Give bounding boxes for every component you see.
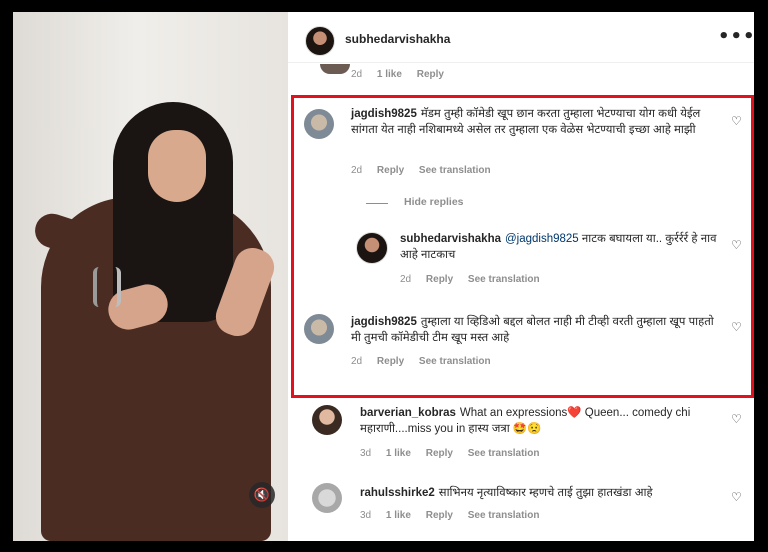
more-options-icon[interactable]: ••• [718, 26, 754, 47]
post-header: subhedarvishakha ••• [288, 12, 754, 63]
comment-time: 2d [351, 69, 363, 80]
comment-username[interactable]: rahulsshirke2 [360, 487, 435, 499]
reply-button[interactable]: Reply [426, 510, 453, 521]
video-person-face [148, 130, 206, 202]
heart-icon[interactable]: ♡ [731, 490, 742, 504]
see-translation-button[interactable]: See translation [468, 448, 540, 459]
heart-icon[interactable]: ♡ [731, 412, 742, 426]
comment-meta: 3d 1 like Reply See translation [360, 448, 551, 459]
comment-username[interactable]: barverian_kobras [360, 407, 456, 419]
likes-count[interactable]: 1 like [386, 510, 411, 521]
top-comment-meta: 2d 1 like Reply [351, 69, 456, 80]
reply-button[interactable]: Reply [426, 448, 453, 459]
avatar[interactable] [312, 405, 342, 435]
likes-count[interactable]: 1 like [377, 69, 402, 80]
partial-avatar [320, 64, 350, 74]
avatar[interactable] [312, 483, 342, 513]
header-username[interactable]: subhedarvishakha [345, 32, 450, 46]
mute-icon[interactable]: 🔇 [249, 482, 275, 508]
comment-meta: 3d 1 like Reply See translation [360, 510, 551, 521]
comment-body: साभिनय नृत्याविष्कार म्हणचे ताई तुझा हात… [438, 487, 653, 499]
comment-text: rahulsshirke2 साभिनय नृत्याविष्कार म्हणचे… [360, 485, 720, 501]
comment-text: barverian_kobras What an expressions❤️ Qu… [360, 405, 720, 437]
reply-button[interactable]: Reply [417, 69, 444, 80]
video-player[interactable]: 🔇 [13, 12, 288, 541]
video-bangles [93, 267, 121, 307]
highlight-box [291, 95, 754, 398]
see-translation-button[interactable]: See translation [468, 510, 540, 521]
comment-time: 3d [360, 448, 372, 459]
likes-count[interactable]: 1 like [386, 448, 411, 459]
avatar[interactable] [305, 26, 335, 56]
comment-time: 3d [360, 510, 372, 521]
